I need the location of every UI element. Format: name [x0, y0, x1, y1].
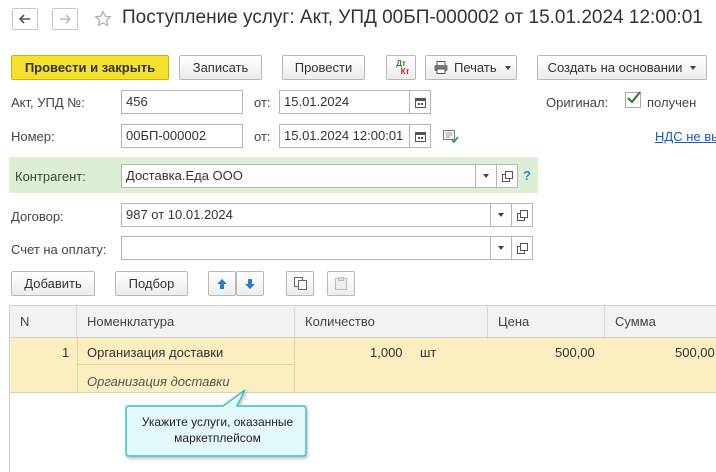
- move-down-button[interactable]: [236, 271, 264, 296]
- number-date-label: от:: [254, 129, 271, 144]
- post-and-close-button[interactable]: Провести и закрыть: [11, 55, 169, 80]
- contract-open-button[interactable]: [511, 203, 533, 227]
- row-unit[interactable]: шт: [420, 345, 436, 360]
- original-checkbox[interactable]: [625, 91, 641, 108]
- forward-button[interactable]: [52, 8, 78, 30]
- counterparty-field[interactable]: Доставка.Еда ООО: [121, 164, 476, 188]
- clipboard-icon: [335, 277, 347, 290]
- contract-field[interactable]: 987 от 10.01.2024: [121, 203, 491, 227]
- calendar-icon: [414, 131, 426, 142]
- chevron-down-icon: [483, 174, 489, 178]
- act-number-field[interactable]: 456: [121, 90, 243, 114]
- arrow-left-icon: [19, 14, 30, 24]
- checkmark-icon: [627, 91, 641, 104]
- number-field[interactable]: 00БП-000002: [121, 124, 243, 148]
- star-icon[interactable]: [94, 10, 112, 28]
- invoice-open-button[interactable]: [511, 236, 533, 260]
- row-sum: 500,00: [675, 345, 715, 360]
- post-button[interactable]: Провести: [282, 55, 365, 80]
- number-date-calendar-button[interactable]: [409, 124, 431, 148]
- number-date-field[interactable]: 15.01.2024 12:00:01: [279, 124, 410, 148]
- create-based-on-label: Создать на основании: [547, 60, 683, 75]
- chevron-down-icon: [690, 65, 697, 70]
- calendar-icon: [414, 97, 426, 108]
- printer-icon: [434, 61, 448, 74]
- act-number-label: Акт, УПД №:: [11, 95, 85, 110]
- row-price[interactable]: 500,00: [555, 345, 595, 360]
- counterparty-dropdown-button[interactable]: [475, 164, 497, 188]
- act-date-field[interactable]: 15.01.2024: [279, 90, 410, 114]
- paste-button[interactable]: [327, 271, 355, 296]
- copy-row-button[interactable]: [286, 271, 314, 296]
- column-header-price[interactable]: Цена: [488, 306, 605, 338]
- column-header-quantity[interactable]: Количество: [295, 306, 488, 338]
- open-form-icon: [501, 170, 513, 182]
- copy-icon: [293, 277, 307, 290]
- create-based-on-button[interactable]: Создать на основании: [537, 55, 707, 80]
- contract-label: Договор:: [11, 209, 64, 224]
- save-button[interactable]: Записать: [179, 55, 262, 80]
- counterparty-help-icon[interactable]: ?: [523, 168, 531, 183]
- open-form-icon: [516, 242, 528, 254]
- chevron-down-icon: [504, 65, 511, 70]
- print-button[interactable]: Печать: [425, 55, 517, 80]
- invoice-dropdown-button[interactable]: [490, 236, 512, 260]
- move-up-button[interactable]: [208, 271, 236, 296]
- window-title: Поступление услуг: Акт, УПД 00БП-000002 …: [122, 7, 703, 28]
- select-button[interactable]: Подбор: [115, 271, 188, 296]
- item-cell-divider: [77, 364, 295, 365]
- invoice-field[interactable]: [121, 236, 491, 260]
- number-label: Номер:: [11, 129, 55, 144]
- arrow-up-icon: [217, 278, 227, 289]
- arrow-down-icon: [245, 278, 255, 289]
- row-item-name[interactable]: Организация доставки: [87, 345, 223, 360]
- invoice-label: Счет на оплату:: [11, 242, 107, 257]
- tooltip-text: Укажите услуги, оказанные маркетплейсом: [141, 415, 294, 445]
- act-date-label: от:: [254, 95, 271, 110]
- dt-kt-button[interactable]: Дт Кт: [386, 55, 416, 80]
- chevron-down-icon: [498, 213, 504, 217]
- original-checkbox-label: получен: [647, 95, 697, 110]
- column-header-sum[interactable]: Сумма: [605, 306, 716, 338]
- row-quantity[interactable]: 1,000: [370, 345, 403, 360]
- kt-label: Кт: [400, 66, 410, 76]
- original-label: Оригинал:: [546, 95, 609, 110]
- open-form-icon: [516, 209, 528, 221]
- counterparty-label: Контрагент:: [15, 169, 86, 184]
- column-header-item[interactable]: Номенклатура: [77, 306, 295, 338]
- contract-dropdown-button[interactable]: [490, 203, 512, 227]
- arrow-right-icon: [60, 14, 71, 24]
- counterparty-open-button[interactable]: [496, 164, 518, 188]
- document-check-icon[interactable]: [443, 130, 459, 143]
- vat-link[interactable]: НДС не вы: [655, 129, 716, 144]
- print-label: Печать: [454, 60, 497, 75]
- add-row-button[interactable]: Добавить: [11, 271, 95, 296]
- row-number: 1: [62, 345, 70, 360]
- back-button[interactable]: [12, 8, 38, 30]
- column-header-n[interactable]: N: [10, 306, 77, 338]
- chevron-down-icon: [498, 246, 504, 250]
- act-date-calendar-button[interactable]: [409, 90, 431, 114]
